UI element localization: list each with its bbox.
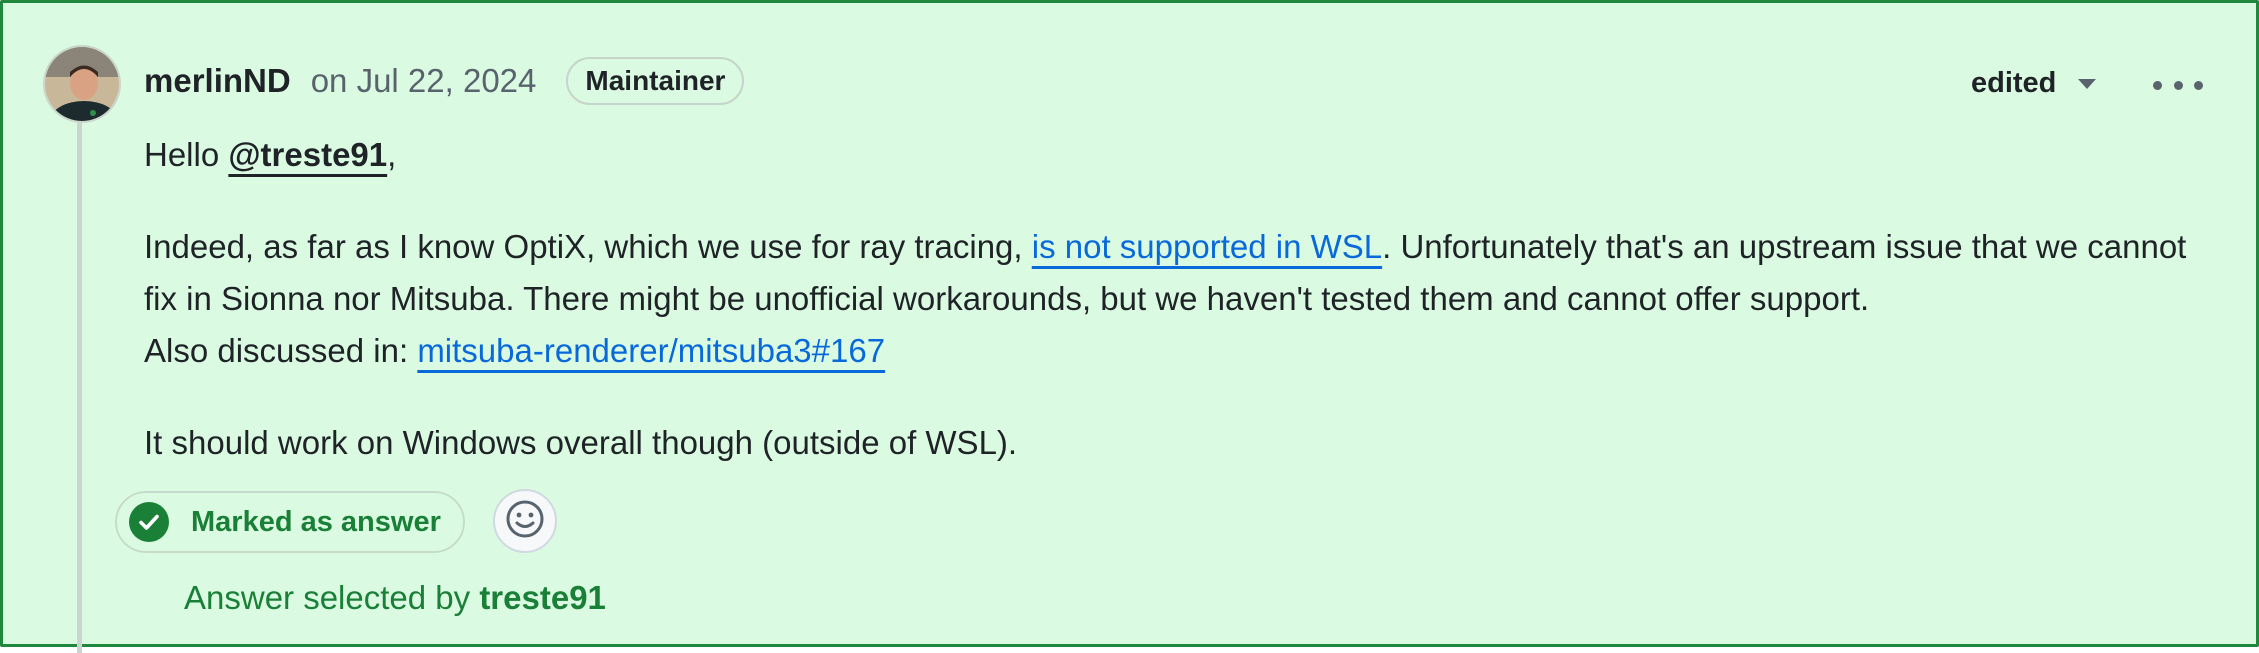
- wsl-support-link[interactable]: is not supported in WSL: [1032, 228, 1382, 265]
- author-link[interactable]: merlinND: [144, 62, 291, 100]
- triangle-down-icon: [2078, 78, 2097, 89]
- comment-header: merlinND on Jul 22, 2024 Maintainer: [144, 55, 745, 107]
- marked-as-answer-label: Marked as answer: [191, 505, 441, 538]
- marked-as-answer-button[interactable]: Marked as answer: [115, 491, 465, 553]
- avatar[interactable]: [43, 45, 121, 123]
- explanation-text-3: Also discussed in:: [144, 332, 418, 369]
- thread-line: [77, 113, 82, 653]
- check-circle-icon: [129, 502, 169, 542]
- greeting-suffix: ,: [387, 136, 397, 173]
- explanation-text-1: Indeed, as far as I know OptiX, which we…: [144, 228, 1032, 265]
- selected-by-user-link[interactable]: treste91: [479, 579, 606, 616]
- mitsuba-issue-link[interactable]: mitsuba-renderer/mitsuba3#167: [417, 332, 885, 369]
- greeting-paragraph: Hello @treste91,: [144, 129, 2224, 181]
- greeting-prefix: Hello: [144, 136, 229, 173]
- selected-by-prefix: Answer selected by: [184, 579, 480, 616]
- answer-comment-card: merlinND on Jul 22, 2024 Maintainer edit…: [0, 0, 2259, 653]
- maintainer-badge: Maintainer: [566, 57, 745, 105]
- edited-label: edited: [1971, 67, 2057, 99]
- windows-paragraph: It should work on Windows overall though…: [144, 424, 1018, 461]
- comment-date[interactable]: on Jul 22, 2024: [311, 62, 537, 100]
- more-options-kebab-icon[interactable]: [2153, 67, 2203, 103]
- explanation-paragraph: Indeed, as far as I know OptiX, which we…: [144, 221, 2224, 377]
- smiley-icon: [505, 499, 545, 544]
- add-reaction-button[interactable]: [493, 489, 557, 553]
- comment-body: Hello @treste91, Indeed, as far as I kno…: [144, 129, 2224, 469]
- edited-history-dropdown[interactable]: edited: [1971, 67, 2097, 100]
- answer-selected-by: Answer selected by treste91: [184, 579, 606, 617]
- user-mention-link[interactable]: @treste91: [228, 136, 387, 173]
